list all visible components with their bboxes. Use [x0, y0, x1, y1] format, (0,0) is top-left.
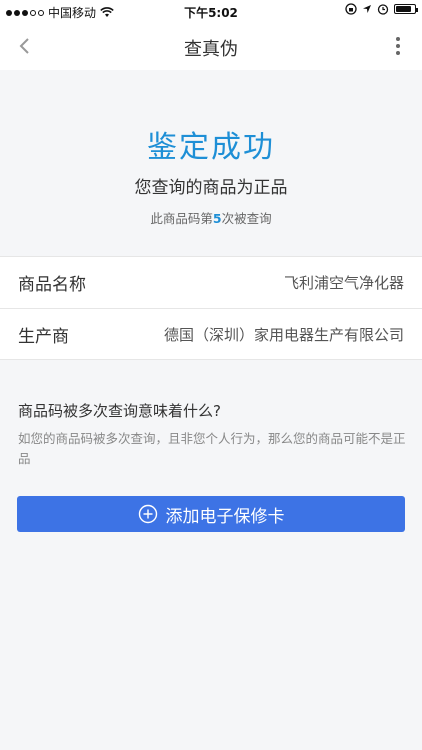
info-value: 德国（深圳）家用电器生产有限公司 [163, 325, 404, 344]
status-right [345, 3, 418, 15]
nav-bar: 查真伪 [0, 22, 422, 70]
location-icon [363, 5, 371, 13]
info-row-product-name: 商品名称 飞利浦空气净化器 [0, 256, 422, 308]
alarm-icon [377, 4, 389, 15]
battery-icon [394, 4, 418, 14]
plus-circle-icon [138, 504, 157, 524]
faq-answer: 如您的商品码被多次查询，且非您个人行为，那么您的商品可能不是正品 [18, 431, 406, 466]
query-count-text: 此商品码第5次被查询 [0, 208, 422, 227]
faq-question: 商品码被多次查询意味着什么? [18, 402, 221, 420]
info-row-manufacturer: 生产商 德国（深圳）家用电器生产有限公司 [0, 308, 422, 360]
status-bar: 中国移动 下午5:02 [0, 0, 422, 22]
count-number: 5 [212, 211, 222, 226]
count-suffix: 次被查询 [221, 211, 272, 226]
more-vertical-icon [396, 37, 400, 41]
result-section: 鉴定成功 您查询的商品为正品 此商品码第5次被查询 [0, 70, 422, 256]
product-info-list: 商品名称 飞利浦空气净化器 生产商 德国（深圳）家用电器生产有限公司 [0, 256, 422, 360]
add-warranty-card-button[interactable]: 添加电子保修卡 [17, 496, 405, 532]
more-button[interactable] [384, 32, 412, 60]
add-warranty-card-label: 添加电子保修卡 [165, 506, 285, 527]
page-title: 查真伪 [184, 39, 238, 60]
rotation-lock-icon [345, 3, 357, 15]
faq-section: 商品码被多次查询意味着什么? 如您的商品码被多次查询，且非您个人行为，那么您的商… [18, 400, 406, 469]
count-prefix: 此商品码第 [150, 211, 213, 226]
info-label: 商品名称 [18, 275, 86, 295]
result-subtitle: 您查询的商品为正品 [134, 178, 288, 198]
info-label: 生产商 [18, 326, 69, 347]
result-title: 鉴定成功 [147, 130, 275, 165]
info-value: 飞利浦空气净化器 [283, 274, 404, 292]
